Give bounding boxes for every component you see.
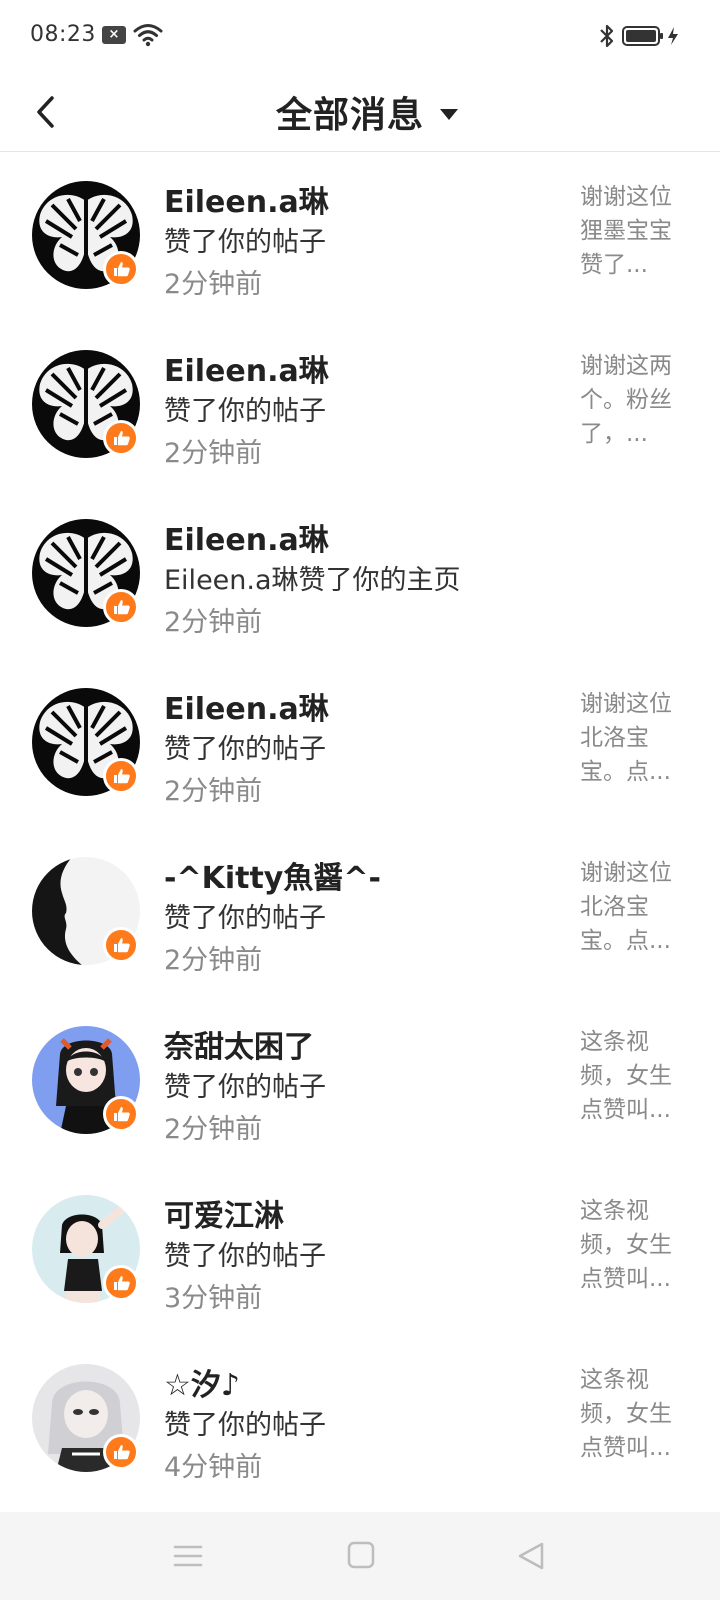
message-action: 赞了你的帖子	[164, 396, 326, 427]
thumbs-up-icon	[103, 589, 139, 625]
page-title: 全部消息	[275, 95, 424, 136]
post-preview[interactable]: 谢谢这两个。粉丝了，...	[580, 349, 676, 451]
thumbs-up-icon	[103, 927, 139, 963]
post-preview[interactable]: 这条视频，女生点赞叫...	[580, 1194, 676, 1296]
home-square-icon[interactable]	[346, 1540, 376, 1570]
bluetooth-icon	[600, 24, 614, 48]
sender-name: ☆汐♪	[164, 1368, 241, 1403]
thumbs-up-icon	[103, 251, 139, 287]
sender-name: 可爱江淋	[164, 1199, 284, 1234]
message-time: 2分钟前	[164, 945, 263, 976]
status-bar: 08:23 ×	[0, 0, 720, 72]
message-item[interactable]: 奈甜太困了 赞了你的帖子 2分钟前 这条视频，女生点赞叫...	[0, 997, 720, 1166]
post-preview[interactable]	[580, 518, 676, 620]
back-triangle-icon[interactable]	[516, 1540, 546, 1572]
message-item[interactable]: Eileen.a琳 Eileen.a琳赞了你的主页 2分钟前	[0, 490, 720, 659]
message-item[interactable]: ☆汐♪ 赞了你的帖子 4分钟前 这条视频，女生点赞叫...	[0, 1335, 720, 1504]
message-item[interactable]: Eileen.a琳 赞了你的帖子 2分钟前 谢谢这两个。粉丝了，...	[0, 321, 720, 490]
message-time: 2分钟前	[164, 269, 263, 300]
message-action: 赞了你的帖子	[164, 734, 326, 765]
thumbs-up-icon	[103, 758, 139, 794]
sender-name: Eileen.a琳	[164, 354, 329, 389]
message-action: 赞了你的帖子	[164, 1241, 326, 1272]
message-list: Eileen.a琳 赞了你的帖子 2分钟前 谢谢这位狸墨宝宝赞了... Eile…	[0, 152, 720, 1504]
message-time: 4分钟前	[164, 1452, 263, 1483]
sender-name: Eileen.a琳	[164, 523, 329, 558]
message-item[interactable]: Eileen.a琳 赞了你的帖子 2分钟前 谢谢这位北洛宝宝。点...	[0, 659, 720, 828]
wifi-icon	[133, 24, 163, 47]
sender-name: -^Kitty魚醤^-	[164, 861, 381, 896]
post-preview[interactable]: 谢谢这位北洛宝宝。点...	[580, 856, 676, 958]
message-time: 2分钟前	[164, 1114, 263, 1145]
post-preview[interactable]: 谢谢这位北洛宝宝。点...	[580, 687, 676, 789]
message-action: 赞了你的帖子	[164, 1072, 326, 1103]
header: 全部消息	[0, 72, 720, 152]
message-item[interactable]: 可爱江淋 赞了你的帖子 3分钟前 这条视频，女生点赞叫...	[0, 1166, 720, 1335]
message-action: 赞了你的帖子	[164, 227, 326, 258]
message-time: 2分钟前	[164, 438, 263, 469]
message-action: Eileen.a琳赞了你的主页	[164, 565, 461, 596]
message-item[interactable]: Eileen.a琳 赞了你的帖子 2分钟前 谢谢这位狸墨宝宝赞了...	[0, 152, 720, 321]
sender-name: Eileen.a琳	[164, 185, 329, 220]
post-preview[interactable]: 这条视频，女生点赞叫...	[580, 1363, 676, 1465]
thumbs-up-icon	[103, 1096, 139, 1132]
status-time: 08:23	[30, 22, 96, 47]
message-time: 2分钟前	[164, 607, 263, 638]
battery-icon	[622, 26, 663, 46]
thumbs-up-icon	[103, 1265, 139, 1301]
message-time: 2分钟前	[164, 776, 263, 807]
sender-name: 奈甜太困了	[164, 1030, 314, 1065]
sender-name: Eileen.a琳	[164, 692, 329, 727]
message-action: 赞了你的帖子	[164, 903, 326, 934]
title-dropdown[interactable]: 全部消息	[0, 72, 720, 152]
message-item[interactable]: -^Kitty魚醤^- 赞了你的帖子 2分钟前 谢谢这位北洛宝宝。点...	[0, 828, 720, 997]
charging-icon	[668, 27, 678, 45]
message-action: 赞了你的帖子	[164, 1410, 326, 1441]
thumbs-up-icon	[103, 420, 139, 456]
close-box-icon: ×	[102, 26, 126, 44]
thumbs-up-icon	[103, 1434, 139, 1470]
menu-icon[interactable]	[172, 1542, 204, 1570]
caret-down-icon	[440, 108, 458, 120]
message-time: 3分钟前	[164, 1283, 263, 1314]
system-nav-bar	[0, 1512, 720, 1600]
post-preview[interactable]: 谢谢这位狸墨宝宝赞了...	[580, 180, 676, 282]
post-preview[interactable]: 这条视频，女生点赞叫...	[580, 1025, 676, 1127]
